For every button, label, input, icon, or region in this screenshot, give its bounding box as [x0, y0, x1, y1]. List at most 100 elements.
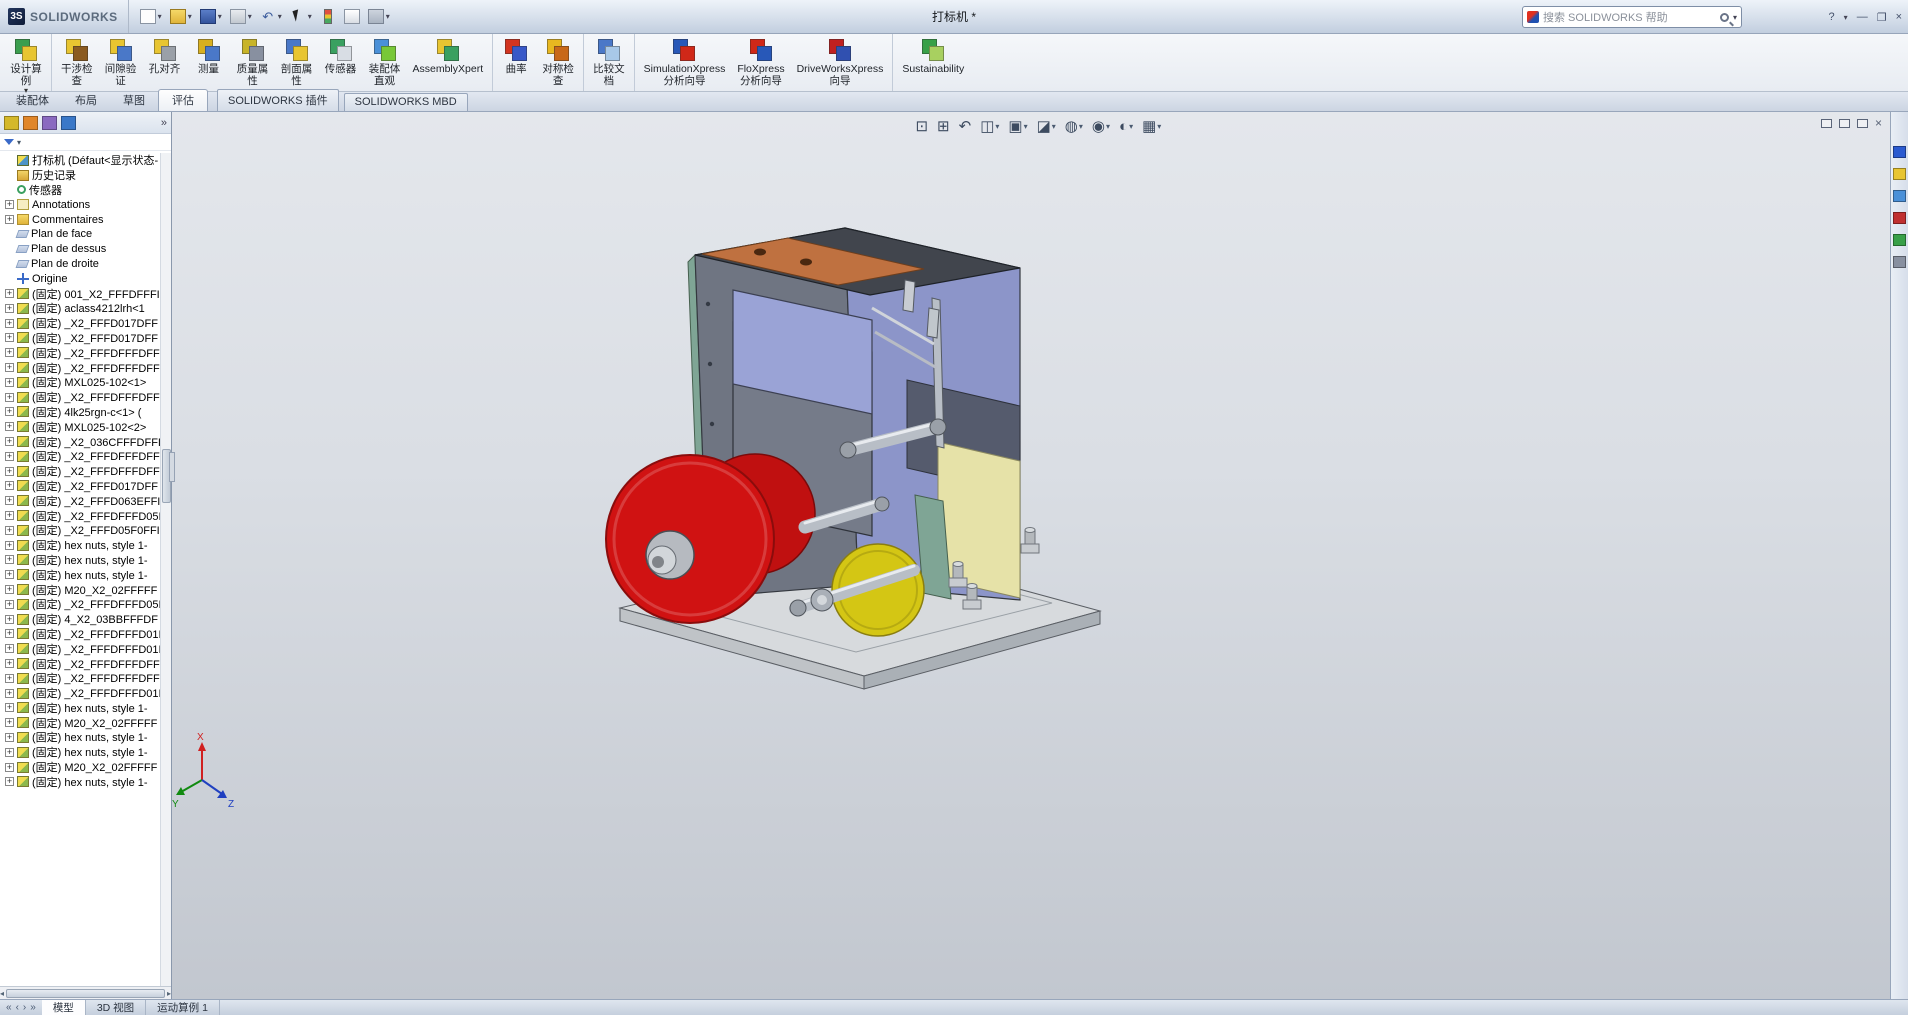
dropdown-caret-icon[interactable]: ▾	[1106, 122, 1110, 131]
expand-toggle-icon[interactable]: +	[5, 762, 14, 772]
help-caret-icon[interactable]: ▾	[1844, 13, 1848, 22]
expand-toggle-icon[interactable]: +	[5, 318, 14, 328]
expand-toggle-icon[interactable]: +	[5, 540, 14, 550]
expand-toggle-icon[interactable]: +	[5, 644, 14, 654]
view-settings-icon[interactable]: ▦ ▾	[1142, 117, 1161, 135]
expand-toggle-icon[interactable]: +	[5, 363, 14, 373]
graphics-viewport[interactable]: X Y Z ⊡ ⊞ ↶ ◫ ▾ ▣ ▾ ◪ ▾ ◍ ▾ ◉ ▾ ◐ ▾ ▦ ▾ …	[172, 112, 1890, 999]
design-library-icon[interactable]	[1893, 168, 1906, 180]
expand-toggle-icon[interactable]	[5, 171, 14, 180]
document-tab[interactable]: 模型	[41, 1000, 86, 1015]
dropdown-caret-icon[interactable]: ▾	[308, 12, 312, 21]
tree-item[interactable]: + (固定) _X2_FFFDFFFD05I	[2, 597, 160, 612]
tree-item[interactable]: + (固定) _X2_FFFDFFFDFF	[2, 656, 160, 671]
options-button[interactable]: ▾	[365, 7, 393, 26]
expand-toggle-icon[interactable]: +	[5, 688, 14, 698]
propertymanager-icon[interactable]	[23, 115, 38, 130]
section-properties-button[interactable]: 剖面属 性	[275, 34, 319, 91]
expand-toggle-icon[interactable]: +	[5, 732, 14, 742]
viewport-pane-icon[interactable]	[1820, 118, 1832, 128]
tree-item[interactable]: + (固定) M20_X2_02FFFFF	[2, 760, 160, 775]
save-button[interactable]: ▾	[197, 7, 225, 26]
tree-item[interactable]: + (固定) 4_X2_03BBFFFDF	[2, 612, 160, 627]
tree-root-item[interactable]: 打标机 (Défaut<显示状态- ▴	[2, 153, 160, 168]
zoom-to-area-icon[interactable]: ⊞	[937, 117, 950, 135]
expand-toggle-icon[interactable]: +	[5, 658, 14, 668]
expand-toggle-icon[interactable]: +	[5, 718, 14, 728]
tree-item[interactable]: + (固定) _X2_FFFD05F0FFI	[2, 523, 160, 538]
assembly-visualization-button[interactable]: 装配体 直观	[363, 34, 407, 91]
expand-toggle-icon[interactable]: +	[5, 629, 14, 639]
open-button[interactable]: ▾	[167, 7, 195, 26]
tree-item[interactable]: 历史记录	[2, 168, 160, 183]
appearances-scenes-icon[interactable]	[1893, 234, 1906, 246]
tab-scroll-button[interactable]: «	[6, 1002, 12, 1013]
tree-item[interactable]: + (固定) _X2_FFFD017DFF	[2, 479, 160, 494]
expand-toggle-icon[interactable]: +	[5, 585, 14, 594]
interference-detection-button[interactable]: 干涉检 查	[51, 34, 99, 91]
help-button[interactable]: ?	[1829, 11, 1835, 23]
search-icon[interactable]	[1719, 12, 1729, 22]
command-tab[interactable]: 布局	[62, 90, 110, 111]
tree-item[interactable]: + (固定) hex nuts, style 1-	[2, 538, 160, 553]
addin-tab[interactable]: SOLIDWORKS 插件	[217, 89, 339, 111]
expand-toggle-icon[interactable]: +	[5, 570, 14, 580]
view-orientation-icon[interactable]: ▣ ▾	[1008, 117, 1027, 135]
dropdown-caret-icon[interactable]: ▾	[1079, 122, 1083, 131]
tree-item[interactable]: + (固定) _X2_FFFDFFFD01I	[2, 627, 160, 642]
rebuild-button[interactable]	[317, 7, 339, 26]
hscrollbar-thumb[interactable]	[6, 988, 165, 998]
tree-item[interactable]: + (固定) hex nuts, style 1-	[2, 700, 160, 715]
tree-item[interactable]: + (固定) _X2_FFFDFFFDFFI	[2, 449, 160, 464]
tree-item[interactable]: + (固定) _X2_FFFD017DFF	[2, 331, 160, 346]
expand-toggle-icon[interactable]: +	[5, 511, 14, 521]
compare-documents-button[interactable]: 比较文 档	[583, 34, 631, 91]
dropdown-caret-icon[interactable]: ▾	[1052, 122, 1056, 131]
dropdown-caret-icon[interactable]: ▾	[995, 122, 999, 131]
solidworks-resources-icon[interactable]	[1893, 146, 1906, 158]
previous-view-icon[interactable]: ↶	[959, 117, 972, 135]
expand-toggle-icon[interactable]: +	[5, 215, 14, 225]
mass-properties-button[interactable]: 质量属 性	[231, 34, 275, 91]
expand-toggle-icon[interactable]: +	[5, 525, 14, 535]
search-input[interactable]: 搜索 SOLIDWORKS 帮助	[1543, 9, 1716, 25]
hole-alignment-button[interactable]: 孔对齐	[143, 34, 187, 91]
command-tab[interactable]: 装配体	[3, 90, 62, 111]
tree-item[interactable]: + (固定) hex nuts, style 1-	[2, 730, 160, 745]
command-tab[interactable]: 草图	[110, 90, 158, 111]
dropdown-caret-icon[interactable]: ▾	[218, 12, 222, 21]
tree-item[interactable]: + (固定) M20_X2_02FFFFF	[2, 582, 160, 597]
sensor-button[interactable]: 传感器	[319, 34, 363, 91]
dimxpertmanager-icon[interactable]	[61, 115, 76, 130]
expand-toggle-icon[interactable]: +	[5, 377, 14, 387]
addin-tab[interactable]: SOLIDWORKS MBD	[343, 93, 468, 111]
tree-item[interactable]: Plan de face	[2, 227, 160, 242]
tree-item[interactable]: + (固定) _X2_FFFDFFFD01I	[2, 641, 160, 656]
expand-toggle-icon[interactable]: +	[5, 555, 14, 565]
tree-item[interactable]: + (固定) _X2_FFFD017DFF	[2, 316, 160, 331]
viewport-pane-icon[interactable]	[1838, 118, 1850, 128]
tree-item[interactable]: + (固定) _X2_FFFD063EFFI	[2, 493, 160, 508]
tree-item[interactable]: + (固定) M20_X2_02FFFFF	[2, 715, 160, 730]
dropdown-caret-icon[interactable]: ▾	[1129, 122, 1133, 131]
dropdown-caret-icon[interactable]: ▾	[1157, 122, 1161, 131]
file-explorer-icon[interactable]	[1893, 190, 1906, 202]
filter-caret-icon[interactable]: ▾	[17, 138, 21, 147]
featuremanager-tree-icon[interactable]	[4, 115, 19, 130]
tree-item[interactable]: + (固定) _X2_FFFDFFFDFFI	[2, 390, 160, 405]
help-search-box[interactable]: 搜索 SOLIDWORKS 帮助 ▾	[1522, 6, 1742, 28]
file-properties-button[interactable]	[341, 7, 363, 26]
configurationmanager-icon[interactable]	[42, 115, 57, 130]
tree-item[interactable]: + (固定) _X2_036CFFFDFFI	[2, 434, 160, 449]
panel-splitter-handle[interactable]	[169, 452, 175, 482]
hide-show-items-icon[interactable]: ◍ ▾	[1065, 117, 1083, 135]
restore-button[interactable]: ❐	[1877, 11, 1887, 24]
document-tab[interactable]: 3D 视图	[86, 1000, 147, 1015]
expand-toggle-icon[interactable]	[5, 274, 14, 283]
close-button[interactable]: ×	[1896, 11, 1902, 23]
tree-item[interactable]: + (固定) _X2_FFFDFFFDFFI	[2, 345, 160, 360]
expand-toggle-icon[interactable]: +	[5, 289, 14, 299]
apply-scene-icon[interactable]: ◐ ▾	[1119, 118, 1133, 135]
display-pane-expand-icon[interactable]: »	[161, 117, 167, 129]
expand-toggle-icon[interactable]: +	[5, 599, 14, 609]
